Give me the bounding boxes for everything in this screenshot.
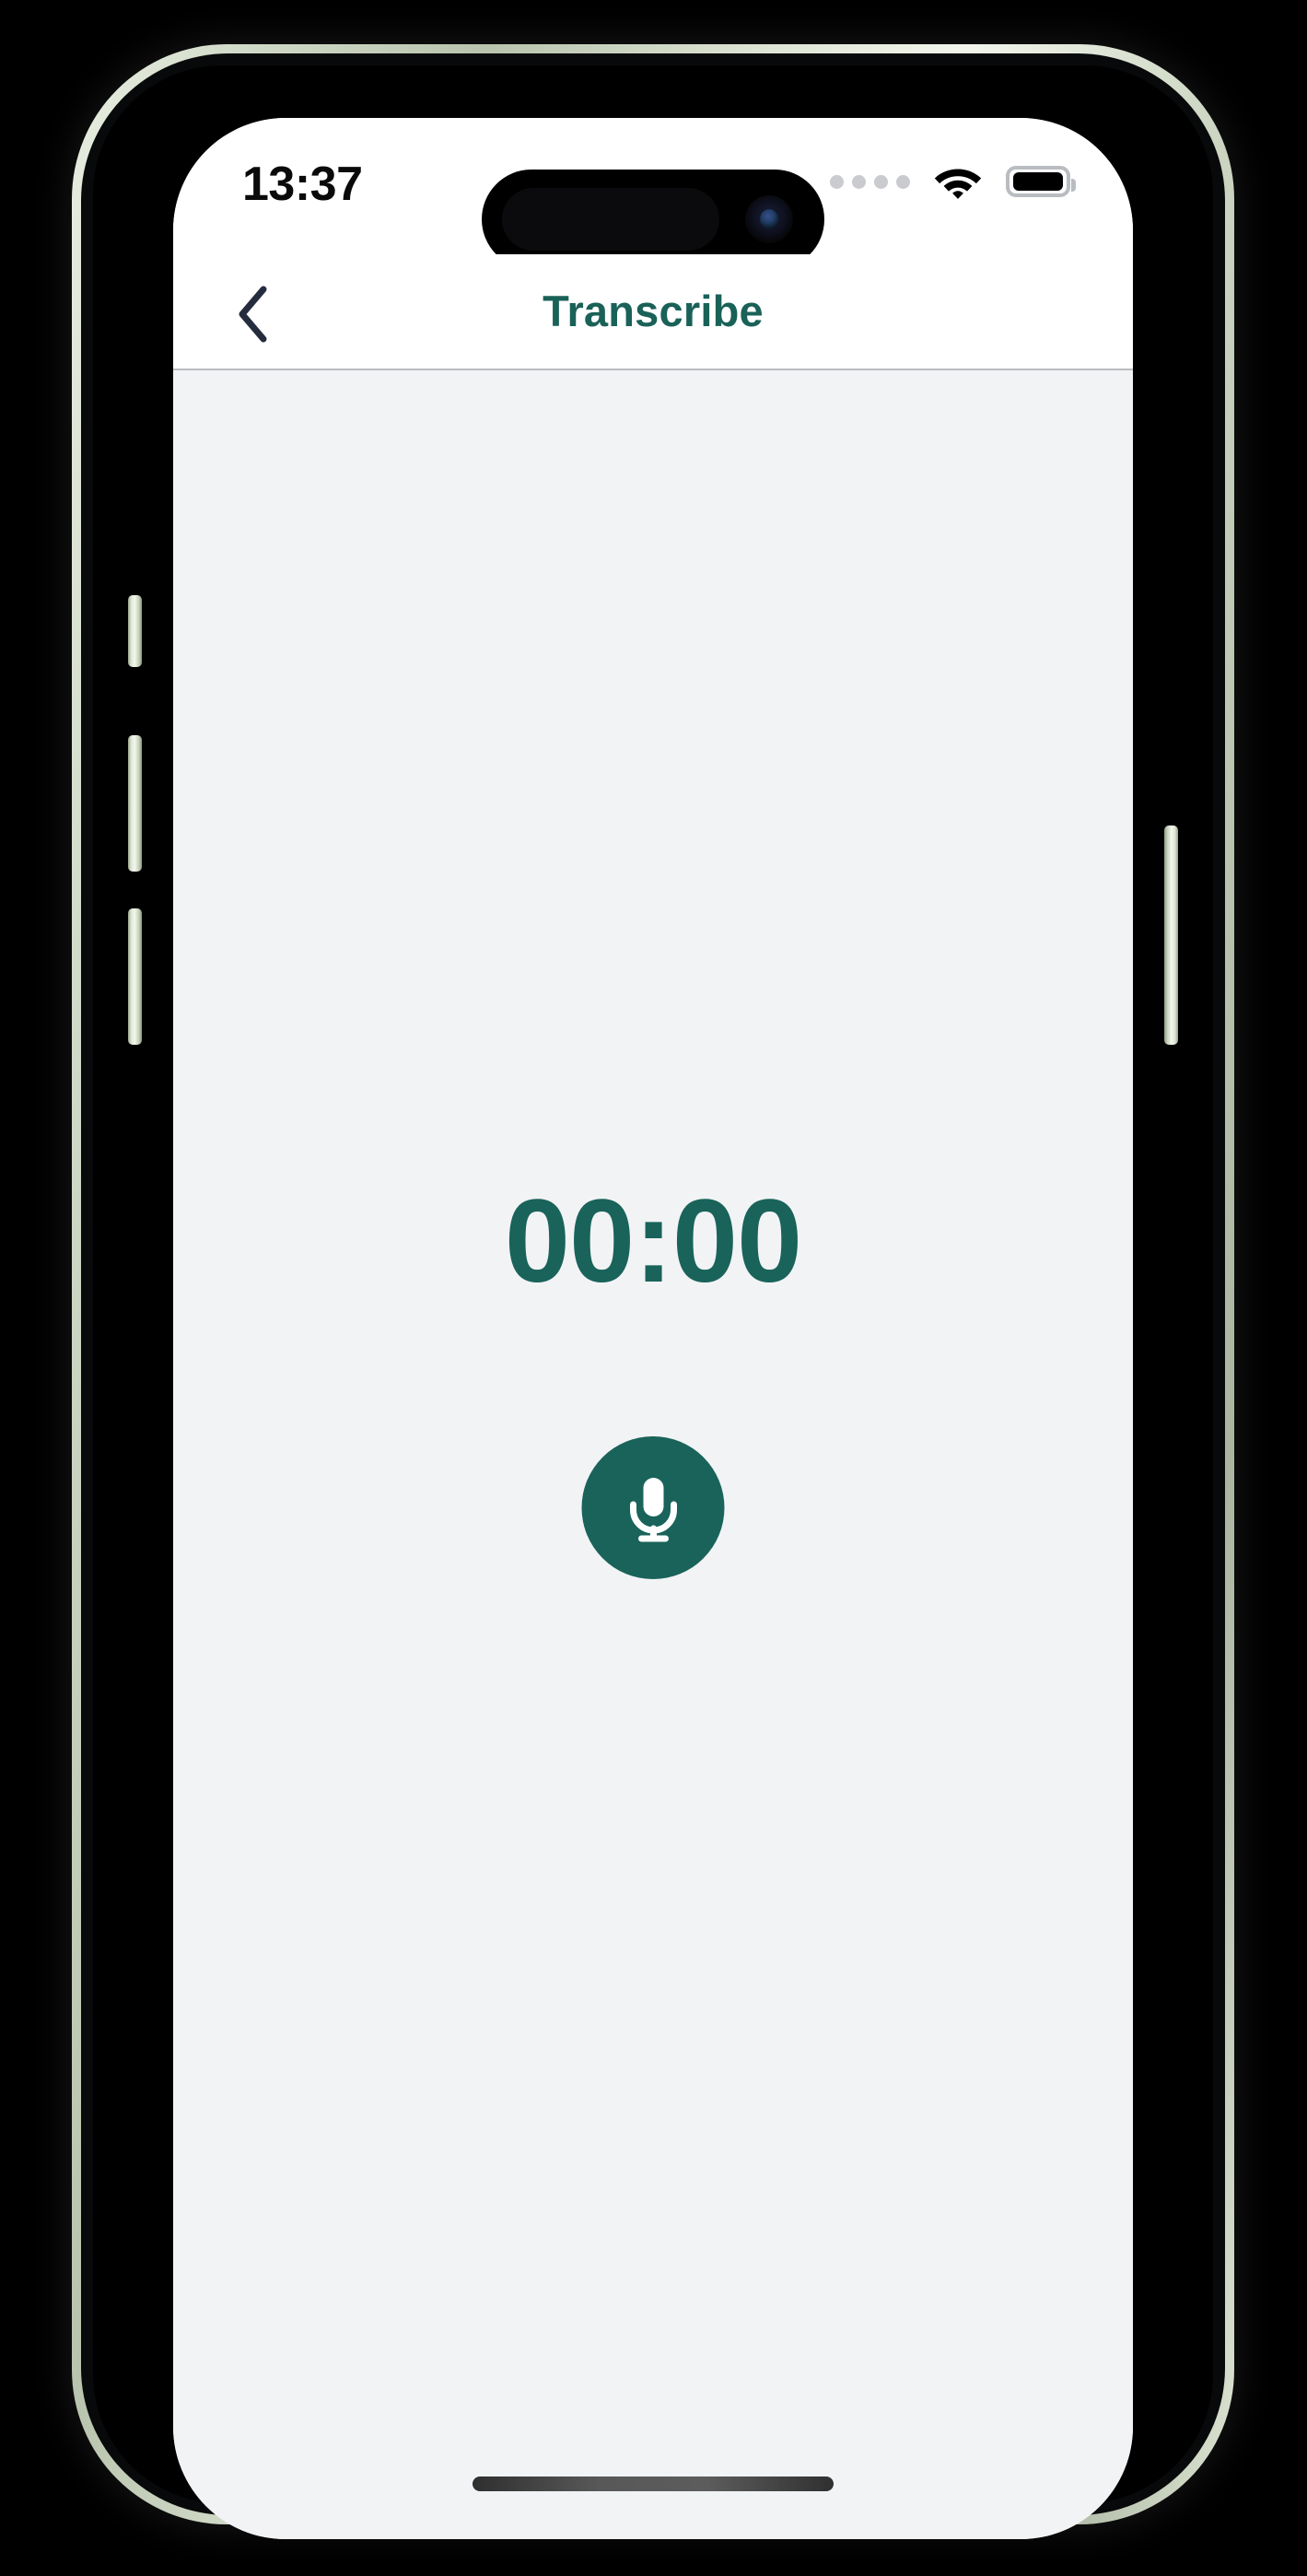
home-indicator[interactable]: [473, 2476, 834, 2491]
microphone-icon: [629, 1477, 677, 1541]
record-button[interactable]: [581, 1436, 725, 1579]
volume-up-button[interactable]: [128, 735, 142, 872]
navigation-bar: Transcribe: [173, 254, 1133, 370]
status-bar-clock: 13:37: [242, 158, 363, 211]
power-button[interactable]: [1164, 825, 1178, 1045]
action-button[interactable]: [128, 595, 142, 667]
status-bar-indicators: [830, 164, 1076, 199]
screenshot-root: 13:37 Transcribe 00:00: [0, 0, 1307, 2576]
phone-screen: 13:37 Transcribe 00:00: [173, 118, 1133, 2539]
phone-device-frame: 13:37 Transcribe 00:00: [72, 44, 1234, 2539]
recording-timer: 00:00: [504, 1176, 802, 1307]
page-title: Transcribe: [543, 287, 764, 335]
wifi-icon: [934, 169, 982, 199]
cellular-dots-icon: [830, 174, 910, 189]
main-content: 00:00: [173, 372, 1133, 2539]
dynamic-island-pill: [502, 188, 719, 251]
front-camera-icon: [745, 195, 793, 243]
battery-full-icon: [1006, 166, 1076, 197]
volume-down-button[interactable]: [128, 908, 142, 1045]
